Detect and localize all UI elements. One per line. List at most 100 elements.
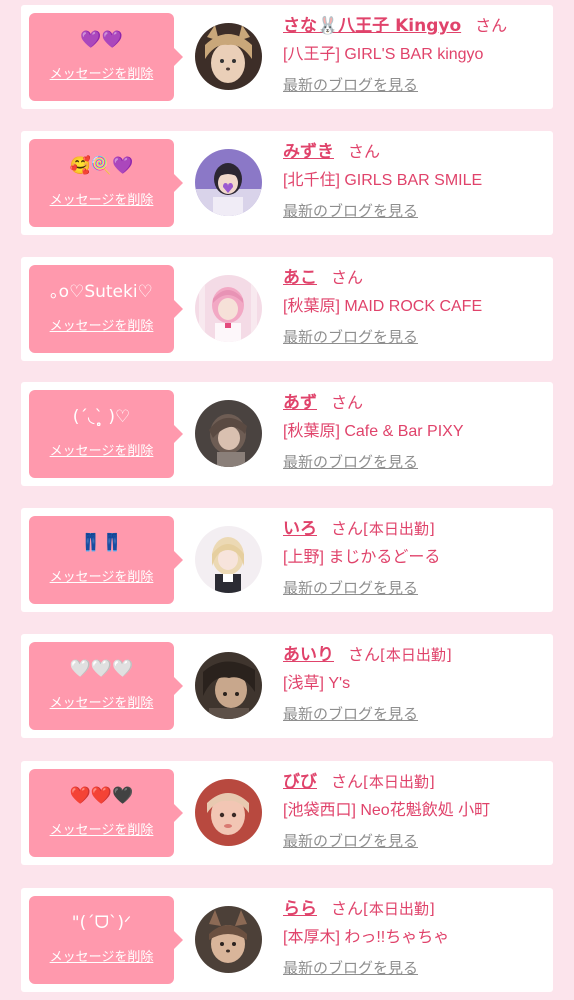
honorific: さん	[331, 393, 364, 412]
cast-name-link[interactable]: びび	[283, 772, 317, 792]
avatar-image	[195, 400, 262, 467]
message-bubble: 💜💜 メッセージを削除	[29, 13, 183, 101]
entry-info: いろ さん[本日出勤] [上野] まじかるどーる 最新のブログを見る	[283, 516, 545, 598]
name-line: さな🐰八王子 Kingyo さん	[283, 13, 545, 39]
avatar-image	[195, 526, 262, 593]
cast-name-link[interactable]: みずき	[283, 142, 334, 162]
shop-name: [池袋西口] Neo花魁飲処 小町	[283, 802, 491, 819]
message-text: 👖👖	[80, 533, 123, 553]
message-text: "(ˊᗜˋ)ᐟ	[71, 913, 132, 933]
today-badge: [本日出勤]	[363, 900, 435, 918]
delete-message-link[interactable]: メッセージを削除	[29, 66, 174, 84]
message-list: 💜💜 メッセージを削除 さな🐰八王子 Kingyo さん [八王子] GIRL'S…	[0, 0, 574, 1000]
message-bubble: ❤️❤️🖤 メッセージを削除	[29, 769, 183, 857]
message-text: ｡o♡Suteki♡	[50, 282, 153, 302]
avatar[interactable]	[195, 652, 262, 719]
avatar-image	[195, 23, 262, 90]
avatar[interactable]	[195, 23, 262, 90]
avatar[interactable]	[195, 275, 262, 342]
avatar[interactable]	[195, 906, 262, 973]
today-badge: [本日出勤]	[380, 646, 452, 664]
honorific: さん	[331, 519, 364, 538]
message-card: (ˊ◟ˋ̥̥̥̥̥ )♡ メッセージを削除 あず さん [秋葉原] Cafe & …	[21, 382, 553, 486]
avatar[interactable]	[195, 149, 262, 216]
cast-name-link[interactable]: いろ	[283, 519, 317, 539]
cast-name-link[interactable]: あず	[283, 393, 317, 413]
shop-name: [浅草] Y's	[283, 675, 351, 692]
message-bubble: "(ˊᗜˋ)ᐟ メッセージを削除	[29, 896, 183, 984]
message-card: "(ˊᗜˋ)ᐟ メッセージを削除 らら さん[本日出勤] [本厚木] わっ!!ちゃ…	[21, 888, 553, 992]
message-card: ｡o♡Suteki♡ メッセージを削除 あこ さん [秋葉原] MAID ROCK…	[21, 257, 553, 361]
delete-message-link[interactable]: メッセージを削除	[29, 569, 174, 587]
message-bubble: (ˊ◟ˋ̥̥̥̥̥ )♡ メッセージを削除	[29, 390, 183, 478]
message-bubble: ｡o♡Suteki♡ メッセージを削除	[29, 265, 183, 353]
cast-name-link[interactable]: あいり	[283, 645, 334, 665]
message-text: ❤️❤️🖤	[69, 786, 134, 806]
entry-info: さな🐰八王子 Kingyo さん [八王子] GIRL'S BAR kingyo …	[283, 13, 545, 95]
avatar-image	[195, 652, 262, 719]
shop-name: [本厚木] わっ!!ちゃちゃ	[283, 929, 450, 946]
avatar[interactable]	[195, 526, 262, 593]
name-line: びび さん[本日出勤]	[283, 769, 545, 795]
shop-name: [八王子] GIRL'S BAR kingyo	[283, 46, 484, 63]
avatar-image	[195, 906, 262, 973]
message-bubble: 🥰🍭💜 メッセージを削除	[29, 139, 183, 227]
honorific: さん	[348, 645, 381, 664]
today-badge: [本日出勤]	[363, 773, 435, 791]
message-card: 💜💜 メッセージを削除 さな🐰八王子 Kingyo さん [八王子] GIRL'S…	[21, 5, 553, 109]
latest-blog-link[interactable]: 最新のブログを見る	[283, 578, 418, 598]
avatar[interactable]	[195, 400, 262, 467]
message-text: (ˊ◟ˋ̥̥̥̥̥ )♡	[72, 407, 131, 427]
cast-name-link[interactable]: さな🐰八王子 Kingyo	[283, 16, 461, 36]
delete-message-link[interactable]: メッセージを削除	[29, 318, 174, 336]
delete-message-link[interactable]: メッセージを削除	[29, 695, 174, 713]
message-card: 👖👖 メッセージを削除 いろ さん[本日出勤] [上野] まじかるどーる 最新のブ…	[21, 508, 553, 612]
name-line: あこ さん	[283, 265, 545, 291]
shop-name: [秋葉原] Cafe & Bar PIXY	[283, 423, 464, 440]
entry-info: あず さん [秋葉原] Cafe & Bar PIXY 最新のブログを見る	[283, 390, 545, 472]
message-text: 🥰🍭💜	[69, 156, 134, 176]
entry-info: びび さん[本日出勤] [池袋西口] Neo花魁飲処 小町 最新のブログを見る	[283, 769, 545, 851]
honorific: さん	[331, 772, 364, 791]
name-line: みずき さん	[283, 139, 545, 165]
delete-message-link[interactable]: メッセージを削除	[29, 949, 174, 967]
message-text: 🤍🤍🤍	[69, 659, 134, 679]
latest-blog-link[interactable]: 最新のブログを見る	[283, 201, 418, 221]
today-badge: [本日出勤]	[363, 520, 435, 538]
shop-name: [上野] まじかるどーる	[283, 549, 441, 566]
avatar-image	[195, 779, 262, 846]
avatar-image	[195, 275, 262, 342]
entry-info: みずき さん [北千住] GIRLS BAR SMILE 最新のブログを見る	[283, 139, 545, 221]
latest-blog-link[interactable]: 最新のブログを見る	[283, 75, 418, 95]
delete-message-link[interactable]: メッセージを削除	[29, 822, 174, 840]
message-card: 🥰🍭💜 メッセージを削除 みずき さん [北千住] GIRLS BAR SMILE…	[21, 131, 553, 235]
honorific: さん	[348, 142, 381, 161]
latest-blog-link[interactable]: 最新のブログを見る	[283, 452, 418, 472]
entry-info: らら さん[本日出勤] [本厚木] わっ!!ちゃちゃ 最新のブログを見る	[283, 896, 545, 978]
delete-message-link[interactable]: メッセージを削除	[29, 192, 174, 210]
latest-blog-link[interactable]: 最新のブログを見る	[283, 327, 418, 347]
entry-info: あいり さん[本日出勤] [浅草] Y's 最新のブログを見る	[283, 642, 545, 724]
avatar-image	[195, 149, 262, 216]
cast-name-link[interactable]: あこ	[283, 268, 317, 288]
message-bubble: 🤍🤍🤍 メッセージを削除	[29, 642, 183, 730]
message-bubble: 👖👖 メッセージを削除	[29, 516, 183, 604]
message-card: ❤️❤️🖤 メッセージを削除 びび さん[本日出勤] [池袋西口] Neo花魁飲処…	[21, 761, 553, 865]
avatar[interactable]	[195, 779, 262, 846]
name-line: あず さん	[283, 390, 545, 416]
entry-info: あこ さん [秋葉原] MAID ROCK CAFE 最新のブログを見る	[283, 265, 545, 347]
shop-name: [秋葉原] MAID ROCK CAFE	[283, 298, 483, 315]
name-line: いろ さん[本日出勤]	[283, 516, 545, 542]
delete-message-link[interactable]: メッセージを削除	[29, 443, 174, 461]
honorific: さん	[475, 16, 508, 35]
message-text: 💜💜	[80, 30, 123, 50]
honorific: さん	[331, 899, 364, 918]
honorific: さん	[331, 268, 364, 287]
latest-blog-link[interactable]: 最新のブログを見る	[283, 831, 418, 851]
name-line: らら さん[本日出勤]	[283, 896, 545, 922]
latest-blog-link[interactable]: 最新のブログを見る	[283, 704, 418, 724]
message-card: 🤍🤍🤍 メッセージを削除 あいり さん[本日出勤] [浅草] Y's 最新のブログ…	[21, 634, 553, 738]
cast-name-link[interactable]: らら	[283, 899, 317, 919]
name-line: あいり さん[本日出勤]	[283, 642, 545, 668]
latest-blog-link[interactable]: 最新のブログを見る	[283, 958, 418, 978]
